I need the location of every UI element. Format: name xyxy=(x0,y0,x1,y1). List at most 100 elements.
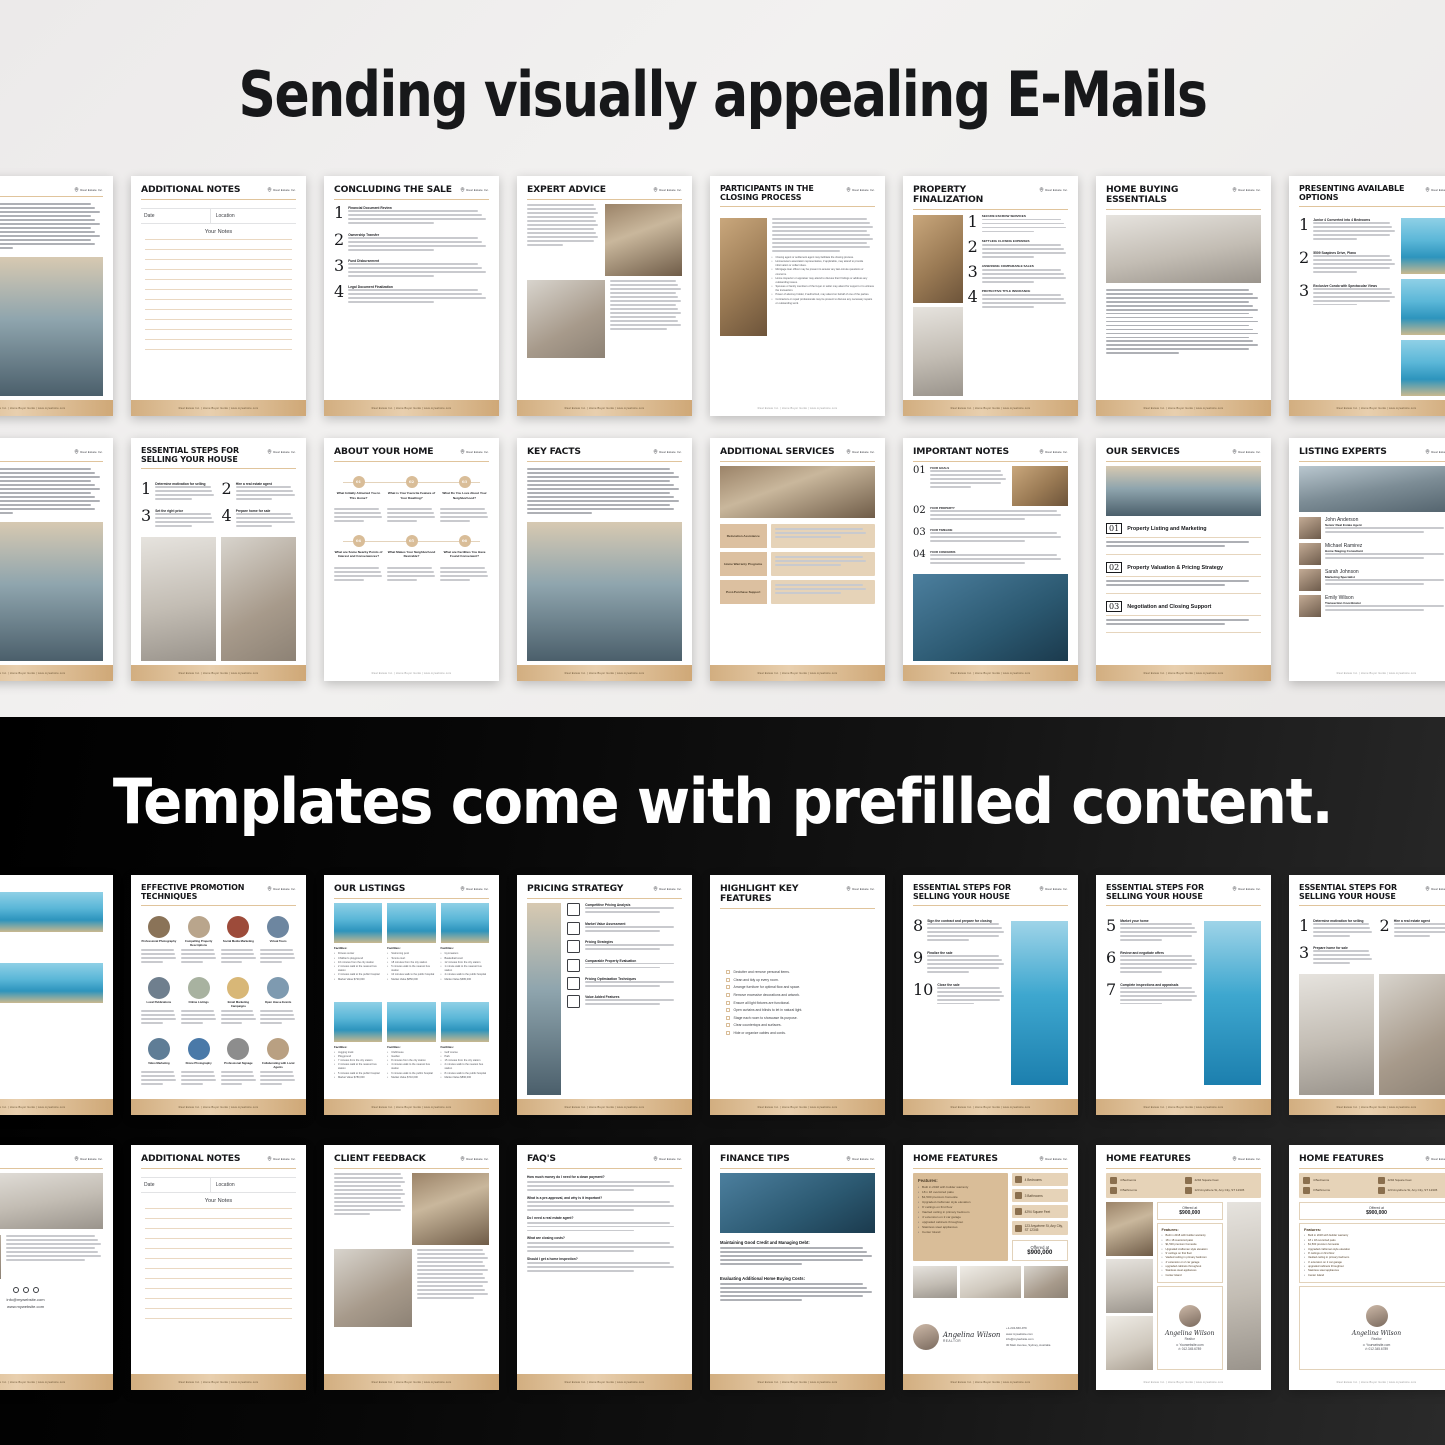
document-card-faqs[interactable]: FAQ's Real Estate Inc. How much money do I… xyxy=(517,1145,692,1390)
document-card-finance-tips[interactable]: FINANCE TIPS Real Estate Inc. Maintaining … xyxy=(710,1145,885,1390)
date-field[interactable]: Date xyxy=(141,209,211,224)
note-lines[interactable] xyxy=(141,1208,296,1370)
checkbox-icon[interactable] xyxy=(726,970,730,975)
document-card-facilities-partial[interactable]: Facilities: Fitness centerChildren's play… xyxy=(0,875,113,1115)
checklist-row[interactable]: Open curtains and blinds to let in natur… xyxy=(726,1008,869,1013)
checkbox-icon[interactable] xyxy=(726,977,730,982)
checklist-row[interactable]: Ensure all light fixtures are functional… xyxy=(726,1000,869,1005)
checkbox-icon[interactable] xyxy=(726,1000,730,1005)
location-field[interactable]: Location xyxy=(211,1178,296,1192)
service-head: 02 Property Valuation & Pricing Strategy xyxy=(1106,562,1261,578)
text-line xyxy=(220,1082,243,1085)
checklist-row[interactable]: Hide or organize cables and cords. xyxy=(726,1030,869,1035)
agent-contacts: +1-234-660-979 www.mywebsite.com info@mywe… xyxy=(1006,1326,1068,1347)
text-line xyxy=(1120,970,1162,973)
date-field[interactable]: Date xyxy=(141,1178,211,1193)
document-card-important-notes[interactable]: IMPORTANT NOTES Real Estate Inc. 01 YOUR GO… xyxy=(903,438,1078,681)
document-card-home-buying-essentials[interactable]: HOME BUYING ESSENTIALS Real Estate Inc. Re… xyxy=(1096,176,1271,416)
checkbox-icon[interactable] xyxy=(726,1015,730,1020)
service-label: Relocation Assistance xyxy=(720,524,767,549)
document-card-property-finalization[interactable]: PROPERTY FINALIZATION Real Estate Inc. 1 SE… xyxy=(903,176,1078,416)
checklist-row[interactable]: Remove excessive decorations and artwork… xyxy=(726,992,869,997)
document-card-essential-steps-selling-1-4-dark[interactable]: ESSENTIAL STEPS FOR SELLING YOUR HOUSE Re… xyxy=(1289,875,1445,1115)
document-card-expert-advice[interactable]: EXPERT ADVICE Real Estate Inc. Real Estate… xyxy=(517,176,692,416)
text-line xyxy=(416,1297,474,1300)
offer-price: $900,000 xyxy=(1179,1210,1201,1217)
text-line xyxy=(527,504,670,507)
text-line xyxy=(387,571,434,574)
checklist-row[interactable]: Stage each room to showcase its purpose. xyxy=(726,1015,869,1020)
checklist-row[interactable]: Declutter and remove personal items. xyxy=(726,970,869,975)
mail-icon[interactable] xyxy=(22,1287,29,1294)
document-card-about-your-home[interactable]: ABOUT YOUR HOME Real Estate Inc. 01 What In… xyxy=(324,438,499,681)
text-line xyxy=(141,952,175,955)
step-item: 6 Review and negotiate offers xyxy=(1106,949,1199,977)
document-card-participants-closing-process[interactable]: PARTICIPANTS IN THE CLOSING PROCESS Real … xyxy=(710,176,885,416)
facility-item: Market Value $890,000 xyxy=(441,1076,489,1080)
list-item: 2 5509 Soapines Drive, Plano xyxy=(1299,249,1396,277)
document-card-essential-steps-partial[interactable]: ...EPSReal Estate Inc. info@mywebsite.com… xyxy=(0,1145,113,1390)
body-paragraph xyxy=(527,468,682,515)
photo-row xyxy=(913,1266,1069,1299)
document-card-concluding-the-sale[interactable]: CONCLUDING THE SALE Real Estate Inc. 1 Fina… xyxy=(324,176,499,416)
body-paragraph xyxy=(220,1010,257,1025)
document-card-essential-steps-selling-1-4[interactable]: ESSENTIAL STEPS FOR SELLING YOUR HOUSE Re… xyxy=(131,438,306,681)
text-line xyxy=(527,240,594,243)
contact-email[interactable]: info@mywebsite.com xyxy=(0,1297,103,1302)
text-line xyxy=(141,960,163,963)
checkbox-icon[interactable] xyxy=(726,1023,730,1028)
bed-icon xyxy=(1303,1177,1310,1185)
text-line xyxy=(929,558,1062,560)
text-line xyxy=(527,1229,634,1232)
document-card-presenting-available-options[interactable]: PRESENTING AVAILABLE OPTIONS Real Estate … xyxy=(1289,176,1445,416)
checkbox-icon[interactable] xyxy=(726,1008,730,1013)
document-card-client-feedback[interactable]: CLIENT FEEDBACK Real Estate Inc. Real Esta… xyxy=(324,1145,499,1390)
phone-icon[interactable] xyxy=(12,1287,19,1294)
checklist-row[interactable]: Arrange furniture for optimal flow and s… xyxy=(726,985,869,990)
body-paragraph xyxy=(155,486,215,500)
bullet-item: Home inspector or appraiser may attend t… xyxy=(772,277,876,285)
document-card-additional-services[interactable]: ADDITIONAL SERVICES Real Estate Inc. Reloc… xyxy=(710,438,885,681)
document-card-home-features-3[interactable]: HOME FEATURESReal Estate Inc.4 Bedrooms4… xyxy=(1289,1145,1445,1390)
document-card-key-facts-left-partial[interactable]: ...TSReal Estate Inc. Real Estate Inc. | … xyxy=(0,438,113,681)
document-card-additional-notes[interactable]: ADDITIONAL NOTES Real Estate Inc. Date Loca… xyxy=(131,176,306,416)
checklist-row[interactable]: Clear countertops and surfaces. xyxy=(726,1023,869,1028)
document-card-essential-steps-selling-5-7[interactable]: ESSENTIAL STEPS FOR SELLING YOUR HOUSE Re… xyxy=(1096,875,1271,1115)
checklist-row[interactable]: Clean and tidy up every room. xyxy=(726,977,869,982)
document-card-key-facts[interactable]: KEY FACTS Real Estate Inc. Real Estate Inc… xyxy=(517,438,692,681)
document-card-key-facts-partial[interactable]: Real Estate Inc. Real Estate Inc. | Home … xyxy=(0,176,113,416)
title-rule xyxy=(913,1167,1068,1169)
agent-phone[interactable]: ✆ 012.345.6789 xyxy=(1365,1347,1388,1351)
document-card-highlight-key-features[interactable]: HIGHLIGHT KEY FEATURES Real Estate Inc. De… xyxy=(710,875,885,1115)
service-label: Home Warranty Programs xyxy=(720,552,767,577)
agent-phone[interactable]: +1-234-660-979 xyxy=(1006,1326,1068,1330)
document-card-pricing-strategy[interactable]: PRICING STRATEGY Real Estate Inc. Competit… xyxy=(517,875,692,1115)
card-header: ADDITIONAL NOTES Real Estate Inc. xyxy=(141,184,296,195)
document-card-additional-notes-dark[interactable]: ADDITIONAL NOTES Real Estate Inc. Date Loca… xyxy=(131,1145,306,1390)
text-line xyxy=(585,907,675,910)
text-line xyxy=(774,564,842,567)
location-field[interactable]: Location xyxy=(211,209,296,223)
document-card-our-listings[interactable]: OUR LISTINGSReal Estate Inc.Facilities:F… xyxy=(324,875,499,1115)
document-card-our-services[interactable]: OUR SERVICES Real Estate Inc. 01 Property L… xyxy=(1096,438,1271,681)
text-line xyxy=(585,1003,660,1006)
document-card-effective-promotion-techniques[interactable]: EFFECTIVE PROMOTION TECHNIQUES Real Estat… xyxy=(131,875,306,1115)
document-card-essential-steps-selling-8-10[interactable]: ESSENTIAL STEPS FOR SELLING YOUR HOUSE Re… xyxy=(903,875,1078,1115)
spec-row: 4 Bedrooms xyxy=(1303,1177,1375,1185)
brand-logo: Real Estate Inc. xyxy=(653,449,682,454)
globe-icon[interactable] xyxy=(32,1287,39,1294)
document-card-listing-experts[interactable]: LISTING EXPERTS Real Estate Inc. John Ande… xyxy=(1289,438,1445,681)
spec-value: 3 Bathrooms xyxy=(1313,1188,1331,1193)
document-card-home-features-1[interactable]: HOME FEATURES Real Estate Inc. Features:Bu… xyxy=(903,1145,1078,1390)
agent-website[interactable]: www.mywebsite.com xyxy=(1006,1332,1068,1336)
note-lines[interactable] xyxy=(141,239,296,396)
agent-phone[interactable]: ✆ 012.345.6789 xyxy=(1178,1347,1201,1351)
checkbox-icon[interactable] xyxy=(726,1030,730,1035)
step-item: 2 Hire a real estate agent xyxy=(1380,918,1445,941)
contact-website[interactable]: www.mywebsite.com xyxy=(0,1304,103,1309)
document-card-home-features-2[interactable]: HOME FEATURES Real Estate Inc. 4 Bedrooms 4… xyxy=(1096,1145,1271,1390)
checkbox-icon[interactable] xyxy=(726,992,730,997)
checkbox-icon[interactable] xyxy=(726,985,730,990)
agent-email[interactable]: info@mywebsite.com xyxy=(1006,1337,1068,1341)
text-line xyxy=(527,508,675,511)
